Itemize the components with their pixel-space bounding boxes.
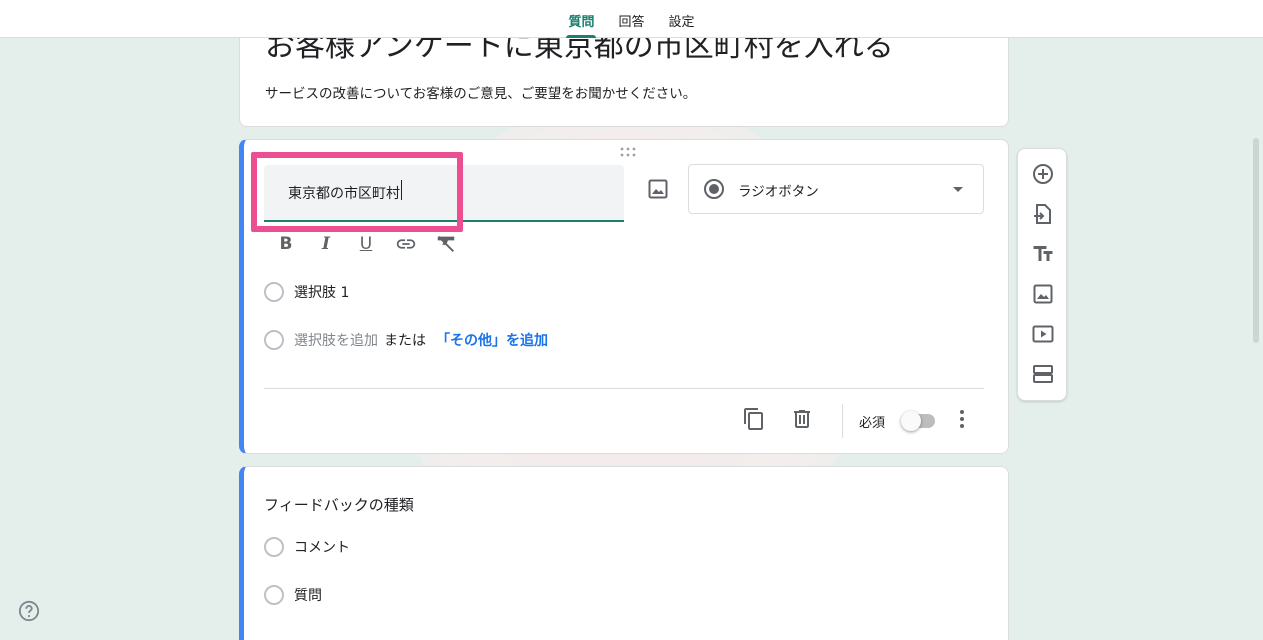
bold-icon[interactable]: B (274, 232, 298, 256)
import-questions-icon[interactable] (1031, 202, 1055, 226)
or-text: または (384, 333, 426, 349)
tab-responses[interactable]: 回答 (606, 0, 656, 38)
required-label: 必須 (859, 416, 886, 431)
radio-circle-icon (264, 330, 284, 350)
help-icon[interactable] (18, 600, 40, 622)
add-question-icon[interactable] (1031, 162, 1055, 186)
option-label: コメント (294, 540, 350, 556)
question-title: フィードバックの種類 (264, 496, 414, 514)
question-title-value: 東京都の市区町村 (288, 186, 400, 202)
scrollbar[interactable] (1253, 138, 1259, 343)
question-title-input[interactable]: 東京都の市区町村 (264, 165, 624, 222)
clear-format-icon[interactable] (434, 232, 458, 256)
format-toolbar: B I U (274, 232, 458, 256)
add-option-row: 選択肢を追加 または 「その他」を追加 (264, 330, 548, 350)
delete-icon[interactable] (790, 407, 814, 431)
italic-icon[interactable]: I (314, 232, 338, 256)
tab-questions[interactable]: 質問 (556, 0, 606, 38)
question-card-active[interactable]: 東京都の市区町村 ラジオボタン B I U 選択肢 1 選択肢を追加 または 「… (239, 139, 1009, 454)
add-image-icon[interactable] (646, 177, 670, 201)
drag-handle-icon[interactable] (620, 147, 636, 157)
add-section-icon[interactable] (1031, 362, 1055, 386)
radio-circle-icon[interactable] (264, 585, 284, 605)
required-toggle[interactable] (901, 411, 937, 431)
chevron-down-icon (953, 187, 963, 192)
underline-icon[interactable]: U (354, 232, 378, 256)
side-toolbar (1017, 148, 1067, 401)
form-description[interactable]: サービスの改善についてお客様のご意見、ご要望をお聞かせください。 (265, 82, 696, 102)
option-row: コメント (264, 537, 350, 557)
add-other-link[interactable]: 「その他」を追加 (436, 330, 548, 350)
radio-circle-icon (264, 282, 284, 302)
option-row: 選択肢 1 (264, 282, 349, 302)
question-card[interactable]: フィードバックの種類 コメント 質問 (239, 466, 1009, 640)
option-row: 質問 (264, 585, 322, 605)
footer-separator (842, 404, 843, 438)
tab-bar: 質問 回答 設定 (0, 0, 1263, 38)
divider (264, 388, 984, 389)
radio-circle-icon[interactable] (264, 537, 284, 557)
tab-settings[interactable]: 設定 (657, 0, 707, 38)
link-icon[interactable] (394, 232, 418, 256)
top-bar: 質問 回答 設定 (0, 0, 1263, 38)
duplicate-icon[interactable] (742, 407, 766, 431)
add-video-icon[interactable] (1031, 322, 1055, 346)
radio-button-icon (704, 179, 724, 199)
more-options-icon[interactable] (950, 407, 974, 431)
add-option-link[interactable]: 選択肢を追加 (294, 330, 378, 350)
question-type-label: ラジオボタン (738, 184, 819, 200)
option-label: 質問 (294, 588, 322, 604)
question-type-dropdown[interactable]: ラジオボタン (688, 164, 984, 214)
text-cursor (401, 180, 402, 200)
add-title-icon[interactable] (1031, 242, 1055, 266)
add-image-icon[interactable] (1031, 282, 1055, 306)
option-label[interactable]: 選択肢 1 (294, 282, 349, 302)
